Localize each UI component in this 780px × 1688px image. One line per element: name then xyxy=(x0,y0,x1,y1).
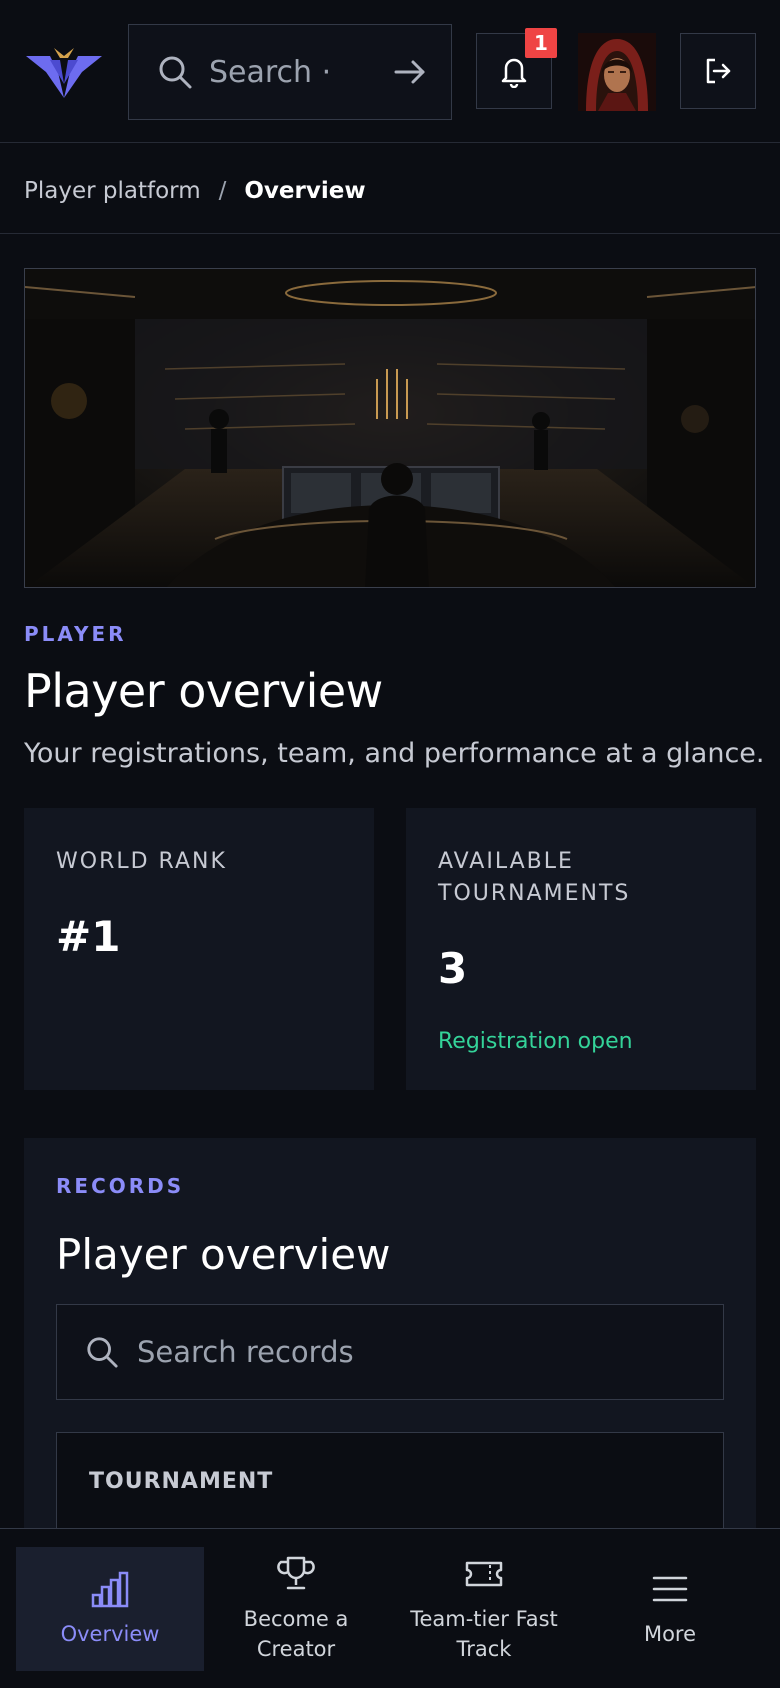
arrow-right-icon[interactable] xyxy=(393,55,427,89)
menu-icon xyxy=(652,1576,688,1602)
stat-value: 3 xyxy=(438,944,468,993)
avatar-portrait-icon xyxy=(578,33,656,111)
breadcrumb-separator: / xyxy=(218,178,227,204)
stat-label: AVAILABLE TOURNAMENTS xyxy=(438,849,631,906)
nav-label: More xyxy=(643,1622,697,1646)
breadcrumb-current: Overview xyxy=(244,178,366,204)
registration-status-note: Registration open xyxy=(438,1029,633,1054)
nav-item-more[interactable]: More xyxy=(576,1547,764,1671)
records-search-input[interactable] xyxy=(137,1335,695,1369)
nav-label: Team-tier Fast Track xyxy=(410,1607,558,1661)
available-tournaments-card: AVAILABLE TOURNAMENTS 3 Registration ope… xyxy=(406,808,756,1090)
search-icon xyxy=(159,56,192,89)
section-eyebrow: PLAYER xyxy=(24,622,127,646)
stat-value: #1 xyxy=(56,912,121,961)
records-search[interactable] xyxy=(56,1304,724,1400)
search-icon xyxy=(87,1337,118,1368)
user-avatar[interactable] xyxy=(578,33,656,111)
page-subtitle: Your registrations, team, and performanc… xyxy=(24,738,765,769)
nav-item-overview[interactable]: Overview xyxy=(16,1547,204,1671)
notification-count-badge: 1 xyxy=(525,28,557,58)
nav-label: Overview xyxy=(60,1622,160,1646)
trophy-icon xyxy=(277,1556,315,1590)
page-title: Player overview xyxy=(24,664,383,718)
bottom-navigation: Overview Become a Creator Team-tier Fast… xyxy=(0,1528,780,1688)
nav-item-team-tier-fast-track[interactable]: Team-tier Fast Track xyxy=(390,1547,578,1671)
esports-arena-illustration xyxy=(25,269,755,587)
nav-label: Become a Creator xyxy=(243,1607,349,1661)
breadcrumb-parent-link[interactable]: Player platform xyxy=(24,178,201,204)
logout-icon xyxy=(706,58,731,84)
logout-button[interactable] xyxy=(680,33,756,109)
brand-logo-icon[interactable] xyxy=(24,44,104,100)
breadcrumb-divider xyxy=(0,233,780,234)
world-rank-card: WORLD RANK #1 xyxy=(24,808,374,1090)
global-search-input[interactable] xyxy=(209,54,393,90)
bell-icon xyxy=(501,58,527,88)
nav-item-become-creator[interactable]: Become a Creator xyxy=(202,1547,390,1671)
stat-label: WORLD RANK xyxy=(56,849,227,874)
top-header: 1 xyxy=(0,0,780,143)
bar-chart-icon xyxy=(91,1571,129,1608)
hero-banner-image xyxy=(24,268,756,588)
records-eyebrow: RECORDS xyxy=(56,1174,185,1198)
records-title: Player overview xyxy=(56,1230,391,1279)
global-search[interactable] xyxy=(128,24,452,120)
breadcrumb: Player platform / Overview xyxy=(24,174,366,208)
column-header-tournament[interactable]: TOURNAMENT xyxy=(89,1469,273,1494)
ticket-icon xyxy=(465,1561,503,1587)
